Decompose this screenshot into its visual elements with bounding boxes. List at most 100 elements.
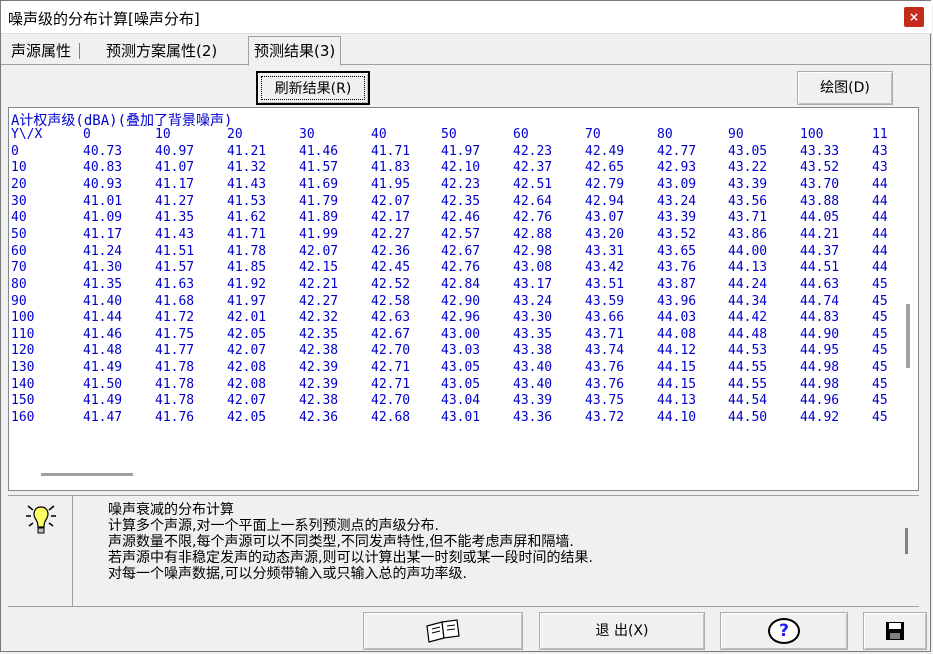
exit-button[interactable]: 退 出(X) [539,612,705,650]
result-cell: 43.70 [800,176,840,192]
result-cell: 43.38 [513,343,553,359]
save-button[interactable] [863,612,927,650]
result-cell: 43.31 [585,243,625,259]
result-cell: 44.92 [800,410,840,426]
result-cell: 42.07 [299,243,339,259]
result-cell: 42.63 [371,310,411,326]
result-cell: 42.84 [441,276,481,292]
result-cell: 42.77 [657,143,697,159]
result-cell: 43.35 [513,326,553,342]
result-cell: 42.17 [371,210,411,226]
result-cell: 42.98 [513,243,553,259]
refresh-results-button[interactable]: 刷新结果(R) [256,71,370,105]
result-cell: 44.10 [657,410,697,426]
result-cell: 42.37 [513,160,553,176]
result-cell: 41.57 [155,260,195,276]
result-cell: 42.49 [585,143,625,159]
result-cell: 41.62 [227,210,267,226]
result-cell: 44.50 [728,410,768,426]
vertical-scrollbar-thumb[interactable] [906,304,910,368]
results-text-area[interactable]: A计权声级(dBA)(叠加了背景噪声) Y\/X 0 10 20 30 40 50 60 70 8… [8,107,919,491]
row-y-label: 100 [11,310,35,326]
result-cell: 43.59 [585,293,625,309]
column-x-label: 80 [657,127,673,142]
result-cell: 43.17 [513,276,553,292]
result-cell: 43.42 [585,260,625,276]
result-cell: 41.76 [155,410,195,426]
result-cell: 43.24 [657,193,697,209]
info-scrollbar-thumb[interactable] [905,528,908,554]
result-cell: 41.24 [83,243,123,259]
result-cell: 43.87 [657,276,697,292]
refresh-results-label: 刷新结果(R) [261,76,365,100]
row-y-label: 0 [11,143,19,159]
result-cell: 43.33 [800,143,840,159]
result-cell: 43.52 [657,226,697,242]
result-cell: 43.36 [513,410,553,426]
result-cell: 45 [872,310,888,326]
result-cell: 41.17 [155,176,195,192]
result-cell: 42.58 [371,293,411,309]
result-cell: 43 [872,143,888,159]
result-cell: 42.07 [371,193,411,209]
window-title: 噪声级的分布计算[噪声分布] [8,10,200,28]
floppy-disk-icon [886,622,904,640]
tab-source-properties[interactable]: 声源属性 [6,39,81,63]
result-cell: 42.88 [513,226,553,242]
result-cell: 44.98 [800,376,840,392]
manual-button[interactable] [363,612,523,650]
result-cell: 41.46 [83,326,123,342]
close-button[interactable]: × [904,7,924,27]
result-cell: 42.76 [513,210,553,226]
result-cell: 41.35 [83,276,123,292]
tab-plan-properties[interactable]: 预测方案属性(2) [101,39,222,63]
row-y-label: 30 [11,193,27,209]
result-cell: 44.21 [800,226,840,242]
result-cell: 43 [872,160,888,176]
result-cell: 42.90 [441,293,481,309]
result-cell: 41.21 [227,143,267,159]
row-y-label: 50 [11,226,27,242]
row-y-label: 20 [11,176,27,192]
result-cell: 42.39 [299,360,339,376]
result-cell: 41.57 [299,160,339,176]
info-panel: 噪声衰减的分布计算 计算多个声源,对一个平面上一系列预测点的声级分布. 声源数量… [8,495,919,607]
result-cell: 44.00 [728,243,768,259]
result-cell: 42.67 [371,326,411,342]
column-x-label: 100 [800,127,824,142]
result-cell: 42.94 [585,193,625,209]
draw-chart-button[interactable]: 绘图(D) [797,71,893,105]
result-cell: 43.76 [585,360,625,376]
row-y-label: 80 [11,276,27,292]
result-cell: 45 [872,410,888,426]
column-x-label: 10 [155,127,171,142]
result-cell: 42.71 [371,376,411,392]
result-cell: 43.76 [585,376,625,392]
result-cell: 44.42 [728,310,768,326]
result-cell: 44.55 [728,376,768,392]
result-cell: 43.39 [657,210,697,226]
result-cell: 43.88 [800,193,840,209]
help-button[interactable]: ? [720,612,848,650]
info-line: 声源数量不限,每个声源可以不同类型,不同发声特性,但不能考虑声屏和隔墙. [108,534,574,550]
result-cell: 43.51 [585,276,625,292]
result-cell: 45 [872,393,888,409]
result-cell: 44.24 [728,276,768,292]
result-cell: 42.05 [227,410,267,426]
result-cell: 41.30 [83,260,123,276]
horizontal-scrollbar-thumb[interactable] [41,473,133,476]
result-cell: 42.27 [371,226,411,242]
result-cell: 42.07 [227,393,267,409]
result-cell: 44.90 [800,326,840,342]
result-cell: 42.36 [299,410,339,426]
result-cell: 42.96 [441,310,481,326]
tab-prediction-results[interactable]: 预测结果(3) [248,36,342,66]
result-cell: 44.54 [728,393,768,409]
column-x-label: 11 [872,127,888,142]
result-cell: 43.05 [441,376,481,392]
result-cell: 44 [872,193,888,209]
title-bar: 噪声级的分布计算[噪声分布] × [1,1,932,34]
result-cell: 42.67 [441,243,481,259]
result-cell: 42.39 [299,376,339,392]
result-cell: 44.15 [657,360,697,376]
